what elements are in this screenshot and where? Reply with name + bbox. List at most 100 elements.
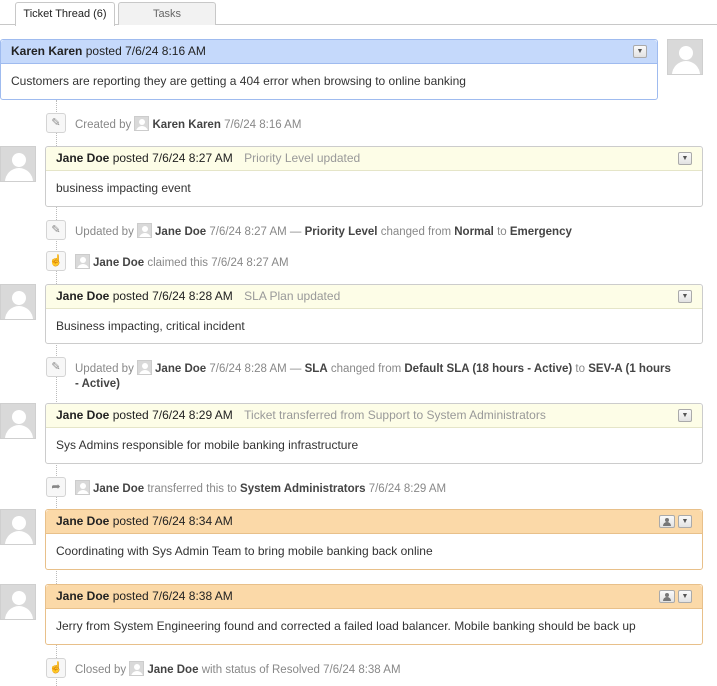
entry-header: Jane Doe posted 7/6/24 8:34 AM ▼ bbox=[46, 510, 702, 534]
entry-options-dropdown[interactable]: ▼ bbox=[678, 409, 692, 422]
event-user: Jane Doe bbox=[155, 226, 207, 238]
event-old-value: Normal bbox=[454, 226, 494, 238]
entry-body: Jerry from System Engineering found and … bbox=[56, 619, 636, 633]
event-time: 7/6/24 8:27 AM bbox=[211, 257, 289, 269]
user-icon[interactable] bbox=[659, 515, 675, 528]
event-prefix: Updated by bbox=[75, 363, 134, 375]
entry-posted-label: posted bbox=[112, 589, 149, 603]
entry-subtitle: Ticket transferred from Support to Syste… bbox=[244, 408, 546, 422]
event-old-value: Default SLA (18 hours - Active) bbox=[404, 363, 573, 375]
thumbs-up-icon: ☝ bbox=[46, 658, 66, 678]
entry-options-dropdown[interactable]: ▼ bbox=[678, 290, 692, 303]
entry-author: Jane Doe bbox=[56, 408, 110, 422]
entry-author: Jane Doe bbox=[56, 151, 110, 165]
entry-body: Business impacting, critical incident bbox=[56, 319, 245, 333]
event-target: System Administrators bbox=[240, 483, 366, 495]
entry-time: 7/6/24 8:29 AM bbox=[152, 408, 233, 422]
mini-avatar bbox=[134, 116, 150, 131]
event-to: to bbox=[575, 363, 586, 375]
entry-author: Jane Doe bbox=[56, 514, 110, 528]
entry-header: Jane Doe posted 7/6/24 8:27 AM Priority … bbox=[46, 147, 702, 171]
avatar bbox=[0, 284, 36, 320]
event-prefix: Created by bbox=[75, 119, 132, 131]
entry-posted-label: posted bbox=[112, 289, 149, 303]
thumbs-up-icon: ☝ bbox=[46, 251, 66, 271]
event-time: 7/6/24 8:27 AM — bbox=[209, 226, 302, 238]
mini-avatar bbox=[75, 480, 90, 495]
event-user: Karen Karen bbox=[152, 119, 221, 131]
avatar bbox=[667, 39, 703, 75]
event-field: SLA bbox=[304, 363, 328, 375]
entry-author: Karen Karen bbox=[11, 44, 83, 58]
entry-body: Coordinating with Sys Admin Team to brin… bbox=[56, 544, 433, 558]
event-user: Jane Doe bbox=[93, 257, 145, 269]
entry-time: 7/6/24 8:34 AM bbox=[152, 514, 233, 528]
caret-down-icon: ▼ bbox=[681, 155, 689, 162]
entry-posted-label: posted bbox=[112, 151, 149, 165]
thread-tabs: Ticket Thread (6) Tasks bbox=[0, 0, 717, 26]
entry-options-dropdown[interactable]: ▼ bbox=[678, 152, 692, 165]
event-prefix: Closed by bbox=[75, 664, 127, 676]
entry-subtitle: SLA Plan updated bbox=[244, 289, 341, 303]
caret-down-icon: ▼ bbox=[681, 593, 689, 600]
event-user: Jane Doe bbox=[93, 483, 145, 495]
pencil-icon: ✎ bbox=[46, 357, 66, 377]
entry-time: 7/6/24 8:16 AM bbox=[125, 44, 206, 58]
event-time: 7/6/24 8:29 AM bbox=[368, 483, 447, 495]
thread-entry: Karen Karen posted 7/6/24 8:16 AM ▼ Cust… bbox=[0, 39, 658, 100]
caret-down-icon: ▼ bbox=[681, 412, 689, 419]
entry-header: Karen Karen posted 7/6/24 8:16 AM ▼ bbox=[1, 40, 657, 64]
event-time: 7/6/24 8:38 AM bbox=[323, 664, 401, 676]
mini-avatar bbox=[129, 661, 145, 676]
entry-posted-label: posted bbox=[85, 44, 122, 58]
avatar bbox=[0, 509, 36, 545]
entry-time: 7/6/24 8:28 AM bbox=[152, 289, 233, 303]
entry-author: Jane Doe bbox=[56, 589, 110, 603]
entry-time: 7/6/24 8:38 AM bbox=[152, 589, 233, 603]
entry-header: Jane Doe posted 7/6/24 8:29 AM Ticket tr… bbox=[46, 404, 702, 428]
event-changed-from: changed from bbox=[330, 363, 402, 375]
event-time: 7/6/24 8:16 AM bbox=[224, 119, 302, 131]
entry-posted-label: posted bbox=[112, 514, 149, 528]
avatar bbox=[0, 584, 36, 620]
thread-entry: Jane Doe posted 7/6/24 8:38 AM ▼ Jerry f… bbox=[45, 584, 703, 645]
mini-avatar bbox=[137, 360, 153, 375]
event-prefix: Updated by bbox=[75, 226, 134, 238]
mini-avatar bbox=[75, 254, 90, 269]
entry-subtitle: Priority Level updated bbox=[244, 151, 361, 165]
mini-avatar bbox=[137, 223, 153, 238]
event-user: Jane Doe bbox=[147, 664, 199, 676]
caret-down-icon: ▼ bbox=[681, 293, 689, 300]
caret-down-icon: ▼ bbox=[636, 48, 644, 55]
avatar bbox=[0, 403, 36, 439]
entry-options-dropdown[interactable]: ▼ bbox=[678, 590, 692, 603]
thread-entry: Jane Doe posted 7/6/24 8:27 AM Priority … bbox=[45, 146, 703, 207]
thread-entry: Jane Doe posted 7/6/24 8:34 AM ▼ Coordin… bbox=[45, 509, 703, 570]
tab-ticket-thread[interactable]: Ticket Thread (6) bbox=[15, 2, 115, 26]
entry-body: Customers are reporting they are getting… bbox=[11, 74, 466, 88]
entry-posted-label: posted bbox=[112, 408, 149, 422]
share-arrow-icon: ➦ bbox=[46, 477, 66, 497]
pencil-icon: ✎ bbox=[46, 113, 66, 133]
entry-body: Sys Admins responsible for mobile bankin… bbox=[56, 438, 359, 452]
entry-header: Jane Doe posted 7/6/24 8:38 AM ▼ bbox=[46, 585, 702, 609]
entry-options-dropdown[interactable]: ▼ bbox=[633, 45, 647, 58]
user-icon[interactable] bbox=[659, 590, 675, 603]
entry-time: 7/6/24 8:27 AM bbox=[152, 151, 233, 165]
event-new-value: Emergency bbox=[509, 226, 572, 238]
event-action: transferred this to bbox=[147, 483, 237, 495]
entry-header: Jane Doe posted 7/6/24 8:28 AM SLA Plan … bbox=[46, 285, 702, 309]
event-user: Jane Doe bbox=[155, 363, 207, 375]
event-changed-from: changed from bbox=[380, 226, 452, 238]
avatar bbox=[0, 146, 36, 182]
thread-entry: Jane Doe posted 7/6/24 8:28 AM SLA Plan … bbox=[45, 284, 703, 344]
thread-entry: Jane Doe posted 7/6/24 8:29 AM Ticket tr… bbox=[45, 403, 703, 464]
event-action: claimed this bbox=[147, 257, 209, 269]
event-time: 7/6/24 8:28 AM — bbox=[209, 363, 302, 375]
tab-tasks[interactable]: Tasks bbox=[118, 2, 216, 25]
event-field: Priority Level bbox=[304, 226, 378, 238]
entry-options-dropdown[interactable]: ▼ bbox=[678, 515, 692, 528]
caret-down-icon: ▼ bbox=[681, 518, 689, 525]
event-to: to bbox=[497, 226, 507, 238]
pencil-icon: ✎ bbox=[46, 220, 66, 240]
